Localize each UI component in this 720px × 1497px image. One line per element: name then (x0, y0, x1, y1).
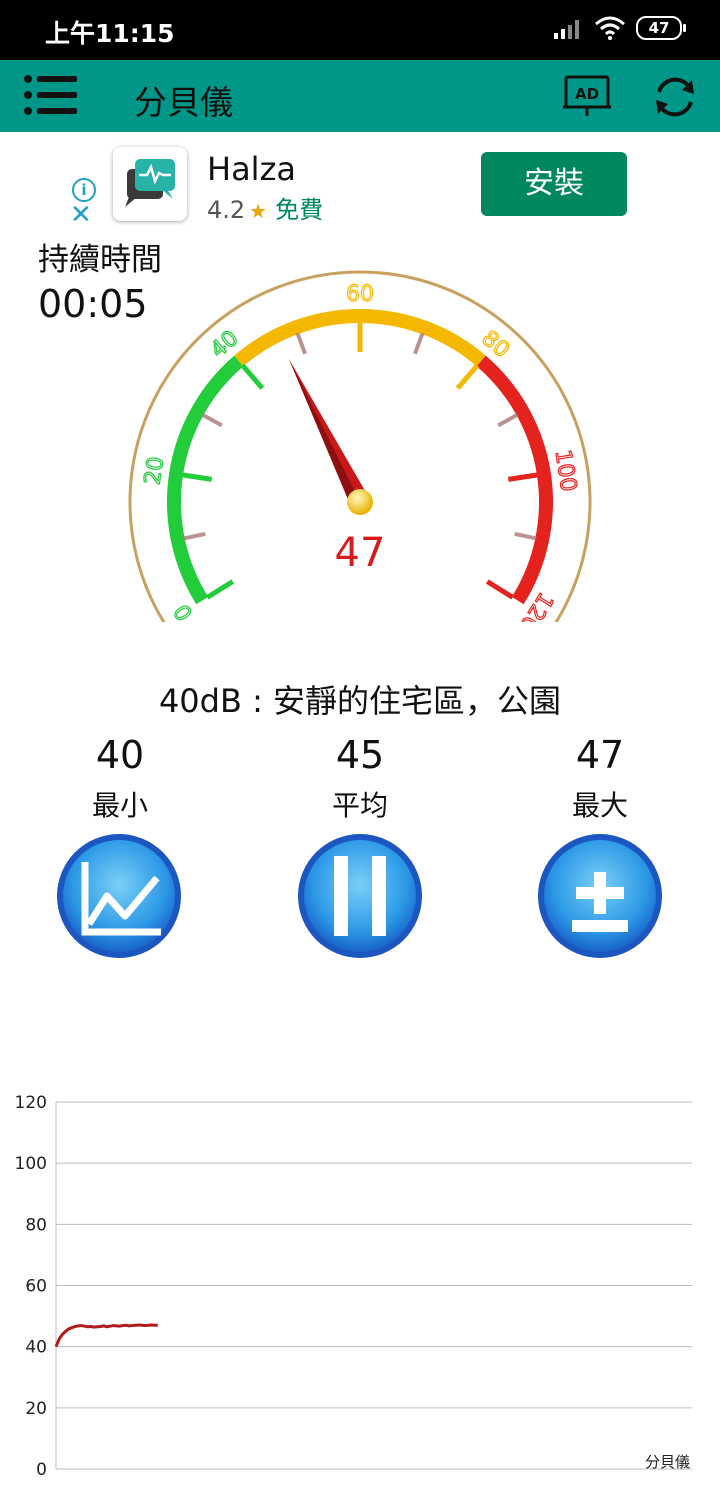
plus-minus-button[interactable] (536, 832, 664, 960)
gauge-tick (206, 579, 235, 600)
signal-icon (554, 20, 579, 39)
avg-value: 45 (335, 733, 385, 777)
ad-app-name: Halza (207, 150, 296, 188)
gauge-tick (240, 363, 265, 390)
chart-y-tick-label: 100 (15, 1154, 47, 1174)
star-icon: ★ (249, 199, 268, 223)
gauge-tick (183, 531, 206, 541)
ad-price: 免費 (275, 196, 324, 224)
chart-y-tick-label: 0 (36, 1460, 47, 1480)
chart-y-tick-label: 120 (15, 1093, 47, 1113)
refresh-icon[interactable] (652, 74, 698, 120)
gauge-tick-label: 100 (550, 448, 581, 493)
chart-y-tick-label: 20 (25, 1399, 47, 1419)
gauge-needle-shade (288, 358, 360, 507)
battery-indicator: 47 (636, 16, 686, 40)
chart-legend: 分貝儀 (645, 1453, 690, 1471)
gauge-tick (507, 472, 539, 482)
chart-y-tick-label: 60 (25, 1277, 47, 1297)
status-icons: 47 (554, 16, 686, 40)
gauge-tick-label: 60 (346, 282, 374, 307)
gauge-tick-label: 0 (170, 599, 199, 622)
gauge-tick (181, 472, 213, 482)
ad-close-icon[interactable]: ✕ (70, 202, 92, 228)
max-value: 47 (575, 733, 625, 777)
wifi-icon (595, 16, 625, 40)
menu-icon[interactable] (24, 74, 78, 116)
remove-ads-icon[interactable]: AD (562, 74, 614, 120)
status-bar: 上午11:15 47 (0, 0, 720, 60)
gauge-tick (455, 363, 480, 390)
chart-y-tick-label: 80 (25, 1215, 47, 1235)
app-bar: 分貝儀 AD (0, 60, 720, 132)
chat-heartbeat-icon (125, 159, 175, 207)
ad-app-icon[interactable] (113, 147, 187, 221)
gauge-hub (347, 489, 373, 515)
gauge-reading: 47 (334, 530, 386, 576)
decibel-history-chart: 0 20 40 60 80 100 120 分貝儀 (15, 1093, 692, 1480)
max-label: 最大 (571, 789, 628, 822)
gauge-needle (288, 358, 369, 507)
chart-button[interactable] (55, 832, 183, 960)
avg-label: 平均 (331, 789, 388, 822)
ad-label: AD (575, 85, 599, 103)
ad-info-icon[interactable]: i (72, 178, 96, 202)
gauge-tick (485, 579, 514, 600)
gauge-tick (413, 332, 425, 355)
pause-button[interactable] (296, 832, 424, 960)
gauge-tick (295, 332, 307, 355)
chart-series-line (54, 1323, 158, 1348)
gauge-tick (497, 412, 519, 428)
chart-y-tick-label: 40 (25, 1338, 47, 1358)
gauge-tick-label: 20 (140, 455, 169, 486)
gauge-tick (514, 531, 537, 541)
status-time: 上午11:15 (45, 19, 175, 48)
ad-install-button[interactable]: 安裝 (481, 152, 627, 216)
ad-rating: 4.2 ★ 免費 (207, 190, 323, 225)
min-value: 40 (95, 733, 145, 777)
min-label: 最小 (91, 789, 148, 822)
app-title: 分貝儀 (134, 83, 233, 122)
ad-rating-value: 4.2 (207, 196, 246, 224)
gauge-tick (201, 412, 223, 428)
level-description: 40dB : 安靜的住宅區，公園 (158, 682, 562, 720)
